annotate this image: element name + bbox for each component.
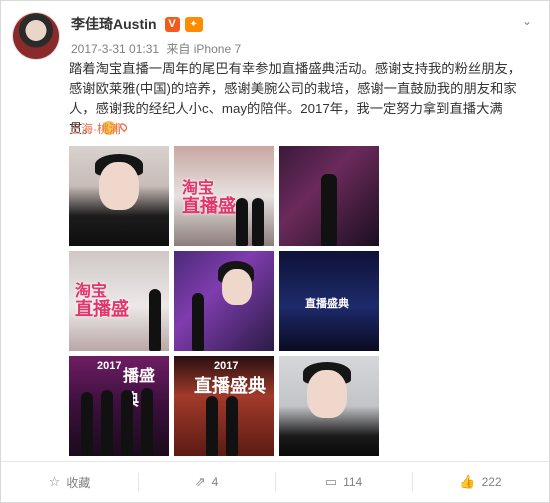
post-timestamp[interactable]: 2017-3-31 01:31 bbox=[71, 42, 159, 56]
photo-face bbox=[307, 370, 347, 418]
photo-5[interactable] bbox=[174, 251, 274, 351]
post-source: 来自 iPhone 7 bbox=[166, 42, 242, 56]
comment-count: 114 bbox=[343, 475, 363, 489]
photo-8[interactable]: 2017 直播盛典 bbox=[174, 356, 274, 456]
photo-7[interactable]: 2017 播盛典 bbox=[69, 356, 169, 456]
photo-figure bbox=[236, 198, 248, 246]
verified-badge-icon: V bbox=[164, 16, 180, 32]
like-button[interactable]: 👍 222 bbox=[412, 462, 549, 502]
photo-6[interactable]: 直播盛典 bbox=[279, 251, 379, 351]
photo-face bbox=[222, 269, 252, 305]
photo-text: 直播盛典 bbox=[305, 298, 349, 310]
like-count: 222 bbox=[481, 475, 502, 489]
user-row: 李佳琦Austin V ✦ bbox=[71, 13, 203, 35]
favorite-button[interactable]: ☆ 收藏 bbox=[1, 462, 138, 502]
like-icon: 👍 bbox=[459, 474, 476, 489]
location-link[interactable]: 上海·桃浦 bbox=[69, 120, 121, 137]
photo-1[interactable] bbox=[69, 146, 169, 246]
photo-2[interactable]: 淘宝 直播盛 bbox=[174, 146, 274, 246]
photo-figure bbox=[121, 390, 133, 456]
photo-text: 2017 bbox=[97, 360, 122, 372]
action-bar: ☆ 收藏 ⇗ 4 ▭ 114 👍 222 bbox=[1, 462, 549, 502]
photo-figure bbox=[81, 392, 93, 456]
photo-figure bbox=[149, 289, 161, 351]
post-meta: 2017-3-31 01:31 来自 iPhone 7 bbox=[71, 40, 245, 57]
location-text[interactable]: 上海·桃浦 bbox=[69, 120, 121, 137]
post-body: 踏着淘宝直播一周年的尾巴有幸参加直播盛典活动。感谢支持我的粉丝朋友，感谢欧莱雅(… bbox=[69, 61, 522, 136]
photo-text: 直播盛典 bbox=[194, 376, 266, 396]
chevron-down-icon[interactable]: ⌄ bbox=[519, 13, 535, 29]
photo-figure bbox=[141, 388, 153, 456]
username-link[interactable]: 李佳琦Austin bbox=[71, 14, 157, 34]
comment-button[interactable]: ▭ 114 bbox=[275, 462, 412, 502]
favorite-label: 收藏 bbox=[66, 475, 91, 490]
photo-text: 直播盛 bbox=[75, 299, 129, 319]
repost-icon: ⇗ bbox=[194, 474, 206, 489]
post-text: 踏着淘宝直播一周年的尾巴有幸参加直播盛典活动。感谢支持我的粉丝朋友，感谢欧莱雅(… bbox=[69, 59, 529, 139]
photo-3[interactable] bbox=[279, 146, 379, 246]
weibo-post-card: 李佳琦Austin V ✦ ⌄ 2017-3-31 01:31 来自 iPhon… bbox=[0, 0, 550, 503]
repost-count: 4 bbox=[211, 475, 219, 489]
photo-figure bbox=[252, 198, 264, 246]
photo-text: 直播盛 bbox=[182, 196, 236, 216]
photo-text: 2017 bbox=[214, 360, 239, 372]
photo-figure bbox=[192, 293, 204, 351]
star-icon: ☆ bbox=[48, 474, 61, 489]
avatar[interactable] bbox=[13, 13, 59, 59]
photo-figure bbox=[206, 396, 218, 456]
repost-button[interactable]: ⇗ 4 bbox=[138, 462, 275, 502]
photo-figure bbox=[226, 396, 238, 456]
member-badge-icon[interactable]: ✦ bbox=[184, 16, 203, 32]
photo-face bbox=[99, 162, 139, 210]
photo-4[interactable]: 淘宝 直播盛 bbox=[69, 251, 169, 351]
photo-9[interactable] bbox=[279, 356, 379, 456]
photo-figure bbox=[101, 390, 113, 456]
comment-icon: ▭ bbox=[324, 474, 338, 489]
photo-figure bbox=[321, 174, 337, 246]
